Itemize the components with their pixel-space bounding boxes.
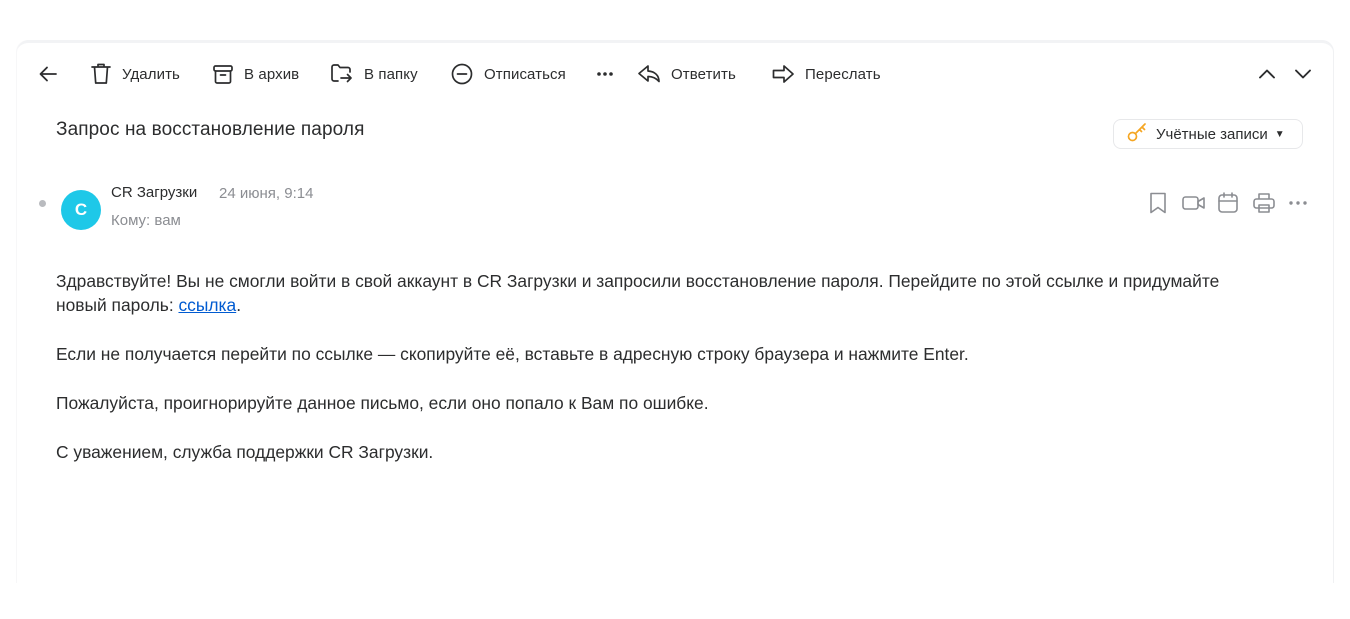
next-message-button[interactable] bbox=[1293, 57, 1313, 91]
reply-button[interactable]: Ответить bbox=[637, 57, 736, 91]
key-icon bbox=[1126, 121, 1148, 147]
back-button[interactable] bbox=[37, 57, 59, 91]
message-body: Здравствуйте! Вы не смогли войти в свой … bbox=[56, 269, 1236, 489]
body-text-span: . bbox=[236, 295, 242, 315]
reply-icon bbox=[637, 63, 661, 85]
body-paragraph: Если не получается перейти по ссылке — с… bbox=[56, 344, 969, 364]
bookmark-button[interactable] bbox=[1147, 191, 1169, 215]
archive-button[interactable]: В архив bbox=[212, 57, 299, 91]
move-to-folder-button[interactable]: В папку bbox=[330, 57, 418, 91]
message-toolbar: Удалить В архив В папку Отписаться Ответ… bbox=[17, 57, 1333, 91]
forward-icon bbox=[771, 63, 795, 85]
unsubscribe-label: Отписаться bbox=[484, 65, 566, 83]
message-date: 24 июня, 9:14 bbox=[219, 185, 314, 202]
folder-move-icon bbox=[330, 63, 354, 85]
more-actions-button[interactable] bbox=[595, 57, 615, 91]
message-subject: Запрос на восстановление пароля bbox=[56, 119, 365, 140]
arrow-left-icon bbox=[37, 63, 59, 85]
unread-dot[interactable] bbox=[39, 200, 46, 207]
body-paragraph: Пожалуйста, проигнорируйте данное письмо… bbox=[56, 393, 709, 413]
more-dots-icon bbox=[1287, 191, 1309, 215]
archive-icon bbox=[212, 63, 234, 85]
message-panel: Удалить В архив В папку Отписаться Ответ… bbox=[17, 40, 1333, 583]
chevron-up-icon bbox=[1257, 64, 1277, 84]
folder-chip-label: Учётные записи bbox=[1156, 125, 1268, 143]
video-camera-icon bbox=[1181, 191, 1207, 215]
chevron-down-icon bbox=[1293, 64, 1313, 84]
move-to-folder-label: В папку bbox=[364, 65, 418, 83]
avatar[interactable]: C bbox=[61, 190, 101, 230]
more-dots-icon bbox=[595, 64, 615, 84]
print-button[interactable] bbox=[1252, 191, 1276, 215]
minus-circle-icon bbox=[450, 62, 474, 86]
caret-down-icon: ▼ bbox=[1274, 128, 1285, 140]
unsubscribe-button[interactable]: Отписаться bbox=[450, 57, 566, 91]
video-call-button[interactable] bbox=[1181, 191, 1207, 215]
forward-label: Переслать bbox=[805, 65, 881, 83]
body-paragraph: С уважением, служба поддержки CR Загрузк… bbox=[56, 442, 434, 462]
forward-button[interactable]: Переслать bbox=[771, 57, 881, 91]
archive-label: В архив bbox=[244, 65, 300, 83]
add-to-calendar-button[interactable] bbox=[1217, 191, 1239, 215]
message-more-button[interactable] bbox=[1287, 191, 1309, 215]
recipient-line: Кому: вам bbox=[111, 212, 181, 229]
calendar-icon bbox=[1217, 191, 1239, 215]
reply-label: Ответить bbox=[671, 65, 736, 83]
bookmark-icon bbox=[1147, 191, 1169, 215]
previous-message-button[interactable] bbox=[1257, 57, 1277, 91]
delete-label: Удалить bbox=[122, 65, 180, 83]
printer-icon bbox=[1252, 191, 1276, 215]
trash-icon bbox=[90, 62, 112, 86]
sender-name[interactable]: CR Загрузки bbox=[111, 184, 197, 201]
delete-button[interactable]: Удалить bbox=[90, 57, 180, 91]
body-paragraph: Здравствуйте! Вы не смогли войти в свой … bbox=[56, 269, 1236, 317]
folder-chip[interactable]: Учётные записи ▼ bbox=[1113, 119, 1303, 149]
reset-password-link[interactable]: ссылка bbox=[178, 295, 236, 315]
